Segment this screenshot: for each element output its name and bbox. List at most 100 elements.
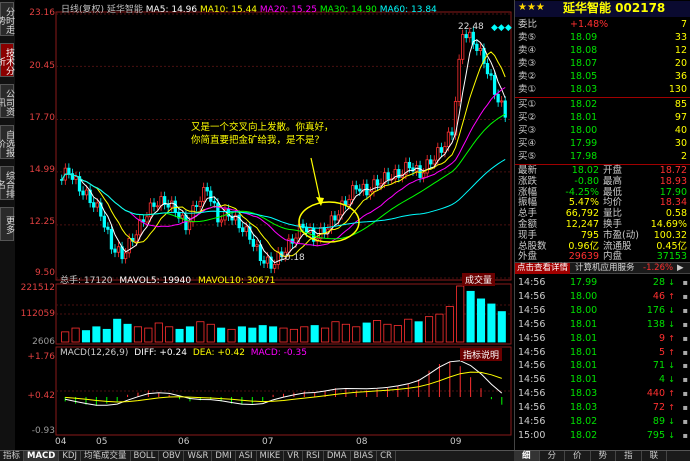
bid-row[interactable]: 买② 18.01 97 bbox=[515, 111, 690, 124]
left-tab[interactable]: 综合排名 bbox=[0, 166, 14, 200]
bid-volume: 97 bbox=[674, 112, 687, 123]
indicator-tab[interactable]: DMI bbox=[212, 451, 236, 461]
x-tick: 08 bbox=[356, 437, 368, 447]
bid-row[interactable]: 买① 18.02 85 bbox=[515, 98, 690, 111]
candle-body bbox=[375, 179, 380, 186]
tick-row[interactable]: 14:56 18.03 72 ↑ ▪ bbox=[515, 401, 690, 414]
quote-label: 开盘 bbox=[603, 165, 623, 176]
quote-tab[interactable]: 联 bbox=[642, 451, 668, 461]
ask-row[interactable]: 卖⑤ 18.09 33 bbox=[515, 31, 690, 44]
indicator-tab[interactable]: ASI bbox=[236, 451, 257, 461]
candle-body bbox=[461, 34, 465, 60]
indicator-tab[interactable]: VR bbox=[284, 451, 304, 461]
tick-row[interactable]: 14:56 18.01 4 ↓ ▪ bbox=[515, 373, 690, 386]
indicator-tab[interactable]: 指标 bbox=[0, 451, 25, 461]
tick-row[interactable]: 15:00 18.02 795 ↓ ▪ bbox=[515, 429, 690, 442]
industry-label[interactable]: 计算机应用服务 bbox=[575, 263, 635, 274]
ask-row[interactable]: 卖③ 18.07 20 bbox=[515, 57, 690, 70]
ask-label: 卖① bbox=[518, 84, 537, 95]
indicator-tab[interactable]: RSI bbox=[303, 451, 324, 461]
right-tab-group: 细分价势指联 bbox=[514, 451, 668, 461]
ask-price: 18.05 bbox=[570, 71, 598, 82]
quote-tab[interactable]: 势 bbox=[591, 451, 617, 461]
annotation-line: 又是一个交叉向上发散。你真好， bbox=[191, 122, 334, 133]
indicator-tab[interactable]: MACD bbox=[24, 451, 60, 461]
tick-row[interactable]: 14:56 18.03 440 ↑ ▪ bbox=[515, 387, 690, 400]
quote-tab[interactable]: 指 bbox=[616, 451, 642, 461]
candle-body bbox=[468, 31, 472, 39]
candle-body bbox=[358, 188, 362, 192]
tick-row[interactable]: 14:56 18.00 46 ↑ ▪ bbox=[515, 290, 690, 303]
mavol5-value: MAVOL5: 19940 bbox=[119, 276, 192, 286]
bid-row[interactable]: 买④ 17.99 30 bbox=[515, 137, 690, 150]
volume-bar bbox=[217, 327, 226, 343]
candle-body bbox=[184, 214, 188, 231]
candle-body bbox=[198, 200, 202, 207]
bid-volume: 30 bbox=[674, 138, 687, 149]
left-tab[interactable]: 更多 bbox=[0, 207, 14, 241]
ask-row[interactable]: 卖① 18.03 130 bbox=[515, 83, 690, 96]
tick-row[interactable]: 14:56 18.01 5 ↑ ▪ bbox=[515, 346, 690, 359]
indicator-tab[interactable]: MIKE bbox=[257, 451, 285, 461]
candle-body bbox=[106, 226, 110, 230]
bid-row[interactable]: 买③ 18.00 40 bbox=[515, 124, 690, 137]
indicator-tab[interactable]: KDJ bbox=[59, 451, 81, 461]
indicator-tab[interactable]: 均笔成交量 bbox=[81, 451, 131, 461]
indicator-tab[interactable]: CR bbox=[377, 451, 396, 461]
tick-row[interactable]: 14:56 17.99 28 ↓ ▪ bbox=[515, 276, 690, 289]
candle-body bbox=[386, 172, 390, 180]
candle-body bbox=[343, 200, 348, 205]
ask-row[interactable]: 卖④ 18.08 12 bbox=[515, 44, 690, 57]
quote-tab[interactable]: 分 bbox=[540, 451, 566, 461]
stock-title: 延华智能 002178 bbox=[563, 1, 666, 15]
tick-row[interactable]: 14:56 18.00 176 ↓ ▪ bbox=[515, 304, 690, 317]
indicator-tab[interactable]: DMA bbox=[324, 451, 351, 461]
left-tab[interactable]: 分时走势 bbox=[0, 2, 14, 36]
indicator-tab[interactable]: BIAS bbox=[351, 451, 378, 461]
quote-value: -0.80 bbox=[574, 175, 599, 187]
volume-bar bbox=[487, 303, 496, 343]
order-ratio-row: 委比 +1.48% 7 bbox=[515, 18, 690, 31]
volume-bar bbox=[133, 326, 143, 343]
left-tab[interactable]: 自选报价 bbox=[0, 125, 14, 159]
period-label[interactable]: 日线(复权) bbox=[61, 5, 104, 15]
bid-row[interactable]: 买⑤ 17.98 2 bbox=[515, 150, 690, 163]
ma20-value: MA20: 15.25 bbox=[259, 5, 317, 15]
candle-body bbox=[485, 63, 490, 75]
quote-label: 最高 bbox=[603, 175, 623, 187]
candle-body bbox=[152, 202, 156, 207]
volume-bar bbox=[227, 328, 236, 343]
tick-time: 14:56 bbox=[518, 374, 546, 386]
candle-body bbox=[421, 172, 426, 178]
ask-label: 卖⑤ bbox=[518, 32, 537, 43]
quote-tab[interactable]: 价 bbox=[565, 451, 591, 461]
chevron-right-icon[interactable]: ▶ bbox=[677, 263, 684, 274]
tick-row[interactable]: 14:56 18.01 71 ↓ ▪ bbox=[515, 359, 690, 372]
x-tick: 04 bbox=[55, 437, 67, 447]
volume-bar bbox=[497, 311, 506, 343]
indicator-tab[interactable]: BOLL bbox=[131, 451, 160, 461]
quote-label: 内盘 bbox=[603, 251, 623, 263]
quote-value: 0.96亿 bbox=[568, 240, 599, 252]
volume-bar bbox=[404, 318, 413, 343]
indicator-tab[interactable]: OBV bbox=[159, 451, 185, 461]
macd-tick: +1.76 bbox=[27, 352, 55, 362]
ask-row[interactable]: 卖② 18.05 36 bbox=[515, 70, 690, 83]
indicator-tab[interactable]: W&R bbox=[184, 451, 213, 461]
volume-bar bbox=[196, 321, 205, 343]
kline-chart[interactable]: ◆◆◆ bbox=[15, 0, 514, 450]
quote-label: 外盘 bbox=[518, 251, 538, 263]
tick-flag-icon: ▪ bbox=[682, 375, 688, 385]
indicator-help-badge[interactable]: 指标说明 bbox=[460, 348, 503, 361]
quote-tab[interactable]: 细 bbox=[514, 451, 540, 461]
annotation-text: 又是一个交叉向上发散。你真好， 你简直要把金矿给我，是不是？ bbox=[191, 121, 361, 147]
volume-badge[interactable]: 成交量 bbox=[462, 273, 496, 286]
view-details-link[interactable]: 点击查看详情 bbox=[515, 263, 571, 274]
tick-row[interactable]: 14:56 18.02 89 ↓ ▪ bbox=[515, 415, 690, 428]
left-tab[interactable]: 技术分析 bbox=[0, 43, 14, 77]
left-tab[interactable]: 公司资讯 bbox=[0, 84, 14, 118]
tick-price: 18.00 bbox=[570, 290, 598, 302]
tick-row[interactable]: 14:56 18.01 138 ↓ ▪ bbox=[515, 318, 690, 331]
tick-row[interactable]: 14:56 18.01 9 ↑ ▪ bbox=[515, 332, 690, 345]
tick-volume: 5 bbox=[658, 346, 665, 358]
